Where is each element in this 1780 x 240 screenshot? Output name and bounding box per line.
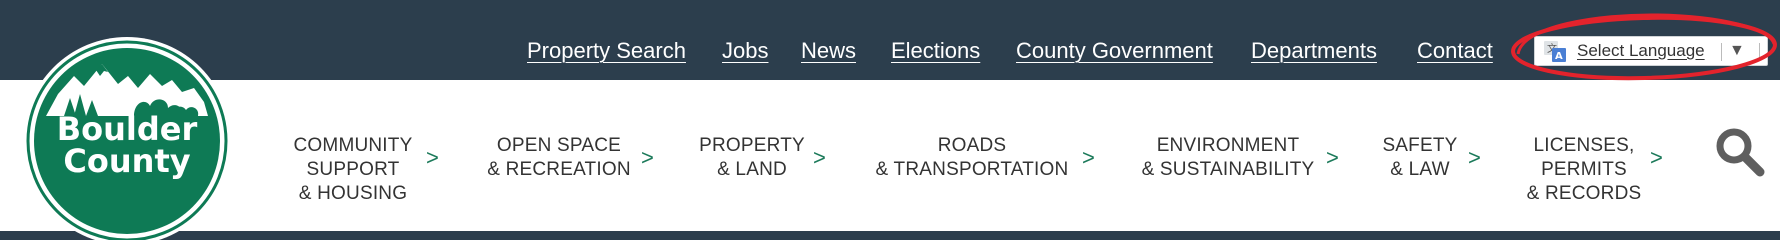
divider [1759,43,1760,61]
nav-link-departments[interactable]: Departments [1251,37,1377,65]
chevron-right-icon: > [426,145,439,170]
nav-link-property-search[interactable]: Property Search [527,37,686,65]
nav-link-contact[interactable]: Contact [1417,37,1493,65]
google-translate-icon: 文 A [1543,39,1567,63]
main-navigation: COMMUNITY SUPPORT & HOUSING > OPEN SPACE… [0,80,1780,230]
nav-link-news[interactable]: News [801,37,856,65]
chevron-right-icon: > [1468,145,1481,170]
language-select-label: Select Language [1577,41,1705,60]
chevron-right-icon: > [813,145,826,170]
chevron-right-icon: > [641,145,654,170]
nav-item-label: ROADS & TRANSPORTATION [875,135,1069,180]
chevron-right-icon: > [1650,145,1663,170]
search-icon [1716,128,1765,177]
search-button[interactable] [1714,126,1766,178]
bottom-bar [0,231,1780,240]
logo-text-boulder: Boulder [56,110,198,148]
chevron-right-icon: > [1326,145,1339,170]
nav-item-label: SAFETY & LAW [1382,135,1458,180]
divider [1721,43,1722,61]
nav-item-label: ENVIRONMENT & SUSTAINABILITY [1141,135,1315,180]
dropdown-arrow-icon: ▼ [1729,42,1745,59]
chevron-right-icon: > [1082,145,1095,170]
nav-link-elections[interactable]: Elections [891,37,980,65]
language-select[interactable]: 文 A Select Language ▼ [1534,36,1768,66]
top-utility-bar: Property Search Jobs News Elections Coun… [0,0,1780,80]
boulder-county-logo[interactable]: Boulder County [22,36,232,240]
nav-item-label: LICENSES, PERMITS & RECORDS [1526,135,1642,204]
svg-text:A: A [1555,51,1563,62]
nav-link-county-government[interactable]: County Government [1016,37,1213,65]
nav-item-label: COMMUNITY SUPPORT & HOUSING [293,135,413,204]
nav-item-label: PROPERTY & LAND [699,135,805,180]
logo-text-county: County [63,142,191,180]
nav-link-jobs[interactable]: Jobs [722,37,768,65]
nav-item-label: OPEN SPACE & RECREATION [487,135,631,180]
